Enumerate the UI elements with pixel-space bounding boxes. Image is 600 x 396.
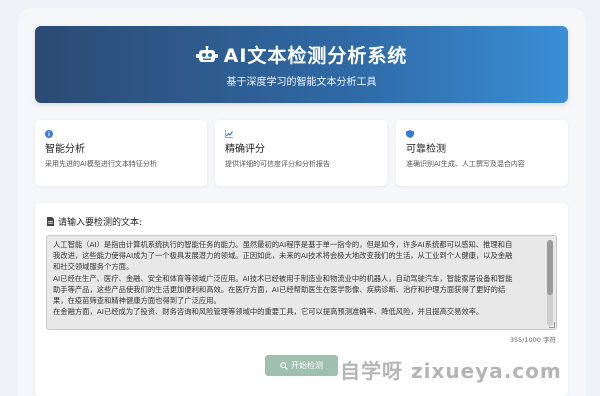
- feature-card-analysis: 智能分析 采用先进的AI模型进行文本特征分析: [35, 120, 207, 186]
- feature-title: 可靠检测: [406, 144, 446, 155]
- feature-desc: 准确识别AI生成、人工撰写及混合内容: [406, 160, 525, 168]
- feature-title: 精确评分: [225, 144, 265, 155]
- info-icon: [45, 130, 53, 138]
- watermark: 自学呀 zixueya.com: [340, 359, 562, 383]
- char-count: 355/1000 字符: [509, 336, 556, 344]
- text-line: 在金融方面，AI已经成为了投资、财务咨询和风险管理等领域中的重要工具，它可以提高…: [53, 307, 484, 317]
- input-label: 请输入要检测的文本:: [58, 218, 143, 228]
- feature-title: 智能分析: [45, 144, 85, 155]
- text-line: 和社交领域服务个方面。: [53, 262, 134, 272]
- feature-desc: 提供详细的可信度评分和分析报告: [225, 160, 330, 168]
- text-line: AI已经在生产、医疗、金融、安全和体育等领域广泛应用。AI技术已经被用于制造业和…: [53, 273, 513, 283]
- text-line: 助手等产品，这些产品使我们的生活更加便利和高效。在医疗方面，AI已经帮助医生在医…: [53, 284, 506, 294]
- feature-card-scoring: 精确评分 提供详细的可信度评分和分析报告: [215, 120, 387, 186]
- text-scrollbar[interactable]: [547, 240, 553, 326]
- text-line: 我改进，这些能力使得AI成为了一个极具发展潜力的领域。正因如此，未来的AI技术将…: [53, 251, 513, 261]
- resize-handle[interactable]: [549, 322, 555, 328]
- input-label-row: 请输入要检测的文本:: [47, 215, 142, 228]
- robot-icon: [195, 45, 218, 62]
- start-detect-label: 开始检测: [291, 361, 323, 370]
- document-icon: [47, 217, 54, 226]
- page-title: AI文本检测分析系统: [223, 45, 408, 67]
- feature-desc: 采用先进的AI模型进行文本特征分析: [45, 160, 157, 168]
- page-subtitle: 基于深度学习的智能文本分析工具: [226, 77, 377, 88]
- text-line: 人工智能（AI）是指由计算机系统执行的智能任务的能力。虽然最初的AI程序是基于单…: [53, 240, 513, 249]
- start-detect-button[interactable]: 开始检测: [265, 355, 338, 376]
- feature-card-detection: 可靠检测 准确识别AI生成、人工撰写及混合内容: [396, 120, 568, 186]
- text-input[interactable]: 人工智能（AI）是指由计算机系统执行的智能任务的能力。虽然最初的AI程序是基于单…: [46, 235, 557, 330]
- scrollbar-thumb[interactable]: [547, 240, 553, 295]
- text-line: 果，在疫苗筛查和精神健康方面也得到了广泛应用。: [53, 296, 221, 306]
- header-banner: AI文本检测分析系统 基于深度学习的智能文本分析工具: [35, 26, 568, 103]
- search-icon: [280, 361, 288, 370]
- chart-icon: [225, 130, 233, 138]
- shield-icon: [406, 130, 414, 138]
